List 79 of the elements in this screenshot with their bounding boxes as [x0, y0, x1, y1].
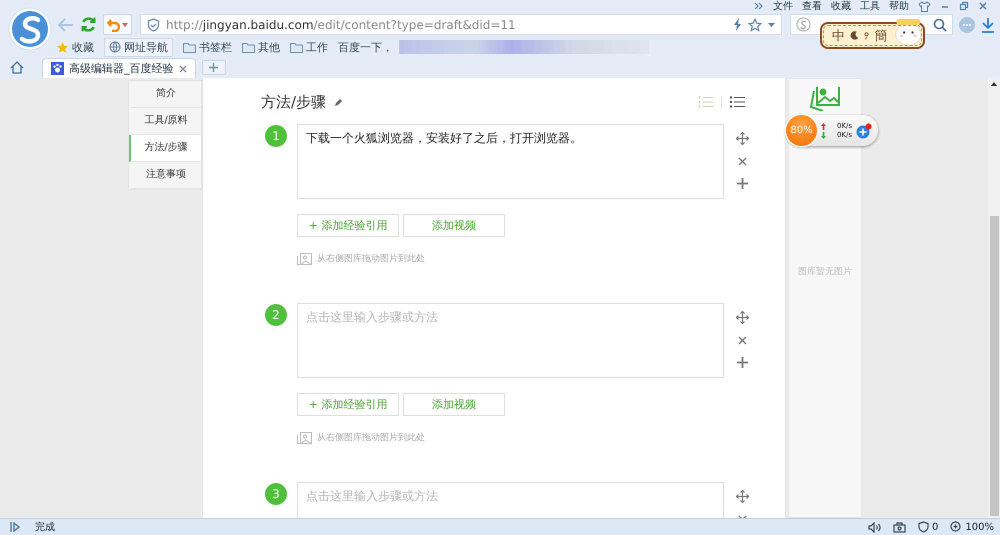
move-icon[interactable]: [736, 490, 749, 503]
zoom-level[interactable]: 100%: [965, 522, 994, 532]
folder-icon: [242, 42, 255, 52]
caret-icon[interactable]: [768, 22, 775, 26]
bookmark-item[interactable]: 其他: [242, 40, 280, 54]
star-icon[interactable]: [748, 18, 762, 32]
drop-hint: 从右侧图库拖动图片到此处: [317, 432, 425, 444]
plus-icon[interactable]: [856, 122, 872, 138]
browser-tab[interactable]: 高级编辑器_百度经验: [42, 58, 196, 78]
chevron-icon[interactable]: [754, 2, 764, 10]
bookmark-item[interactable]: 网址导航: [104, 38, 173, 56]
undo-button[interactable]: [103, 14, 132, 35]
search-icon[interactable]: [933, 18, 947, 32]
menu-item[interactable]: 帮助: [889, 0, 909, 13]
bookmark-item[interactable]: 收藏: [56, 40, 94, 54]
plus-icon[interactable]: [737, 178, 748, 189]
menu-item[interactable]: 收藏: [831, 0, 851, 13]
plus-icon[interactable]: [737, 357, 748, 368]
shirt-icon[interactable]: [918, 0, 931, 12]
url-text: http://jingyan.baidu.com/edit/content?type=draft&did=11: [166, 18, 516, 32]
ime-mode-text: 中: [832, 28, 845, 44]
sidebar-item[interactable]: 简介: [129, 81, 201, 108]
step-number: 2: [265, 304, 287, 326]
pencil-icon[interactable]: [334, 98, 344, 106]
address-field[interactable]: http://jingyan.baidu.com/edit/content?type=draft&did=11: [140, 14, 782, 35]
paw-icon: [51, 62, 64, 75]
menu-item[interactable]: 文件: [773, 0, 793, 13]
step-number: 1: [265, 125, 287, 147]
bulleted-list-icon[interactable]: [730, 96, 745, 108]
move-icon[interactable]: [736, 132, 749, 145]
gallery-image-icon[interactable]: [809, 87, 841, 111]
plus-icon: [209, 63, 218, 72]
menu-item[interactable]: 工具: [860, 0, 880, 13]
gallery-empty-text: 图库暂无图片: [798, 266, 852, 278]
star-icon: [56, 40, 69, 54]
menu-item[interactable]: 查看: [802, 0, 822, 13]
sidebar-toggle-icon[interactable]: [10, 522, 21, 532]
download-arrow-icon: [821, 132, 826, 138]
image-icon: [297, 252, 312, 264]
punctuation-icon: [864, 30, 870, 40]
browser-logo[interactable]: [8, 7, 52, 51]
undo-icon: [107, 18, 121, 32]
home-icon[interactable]: [10, 61, 24, 74]
section-title: 方法/步骤: [261, 92, 326, 112]
bookmark-item[interactable]: 百度一下，: [338, 40, 393, 54]
ime-script-text: 簡: [874, 28, 888, 44]
input-method-badge[interactable]: 中 簡: [820, 22, 925, 49]
new-tab-button[interactable]: [202, 60, 226, 75]
scroll-up-icon[interactable]: [991, 82, 997, 86]
zoom-icon[interactable]: [950, 521, 962, 533]
folder-icon: [290, 42, 303, 52]
caret-icon: [122, 22, 128, 26]
step-number: 3: [265, 483, 287, 505]
memory-percent: 80%: [786, 115, 817, 146]
refresh-icon[interactable]: [80, 16, 97, 33]
shield-count: 0: [932, 522, 938, 532]
sogou-icon: [796, 17, 811, 32]
step-input[interactable]: 下载一个火狐浏览器，安装好了之后，打开浏览器。: [297, 124, 724, 199]
folder-icon: [183, 42, 196, 52]
globe-icon: [109, 41, 121, 53]
bookmark-item[interactable]: 工作: [290, 40, 328, 54]
download-icon[interactable]: [981, 16, 995, 32]
move-icon[interactable]: [736, 311, 749, 324]
shield-icon[interactable]: [918, 521, 930, 533]
lightning-icon[interactable]: [733, 18, 742, 31]
moon-icon: [850, 30, 860, 41]
status-text: 完成: [35, 520, 55, 534]
image-icon: [297, 432, 312, 444]
bookmark-item[interactable]: 书签栏: [183, 40, 232, 54]
scrollbar[interactable]: [988, 78, 1000, 518]
shield-icon: [147, 18, 160, 32]
restore-icon[interactable]: [959, 1, 969, 11]
tab-title: 高级编辑器_百度经验: [69, 61, 174, 76]
sidebar-item[interactable]: 注意事项: [129, 162, 201, 189]
upload-arrow-icon: [821, 122, 826, 130]
drop-hint: 从右侧图库拖动图片到此处: [317, 252, 425, 265]
screenshot-icon[interactable]: [893, 522, 906, 532]
speaker-icon[interactable]: [868, 522, 882, 532]
sidebar-item[interactable]: 方法/步骤: [129, 135, 201, 162]
